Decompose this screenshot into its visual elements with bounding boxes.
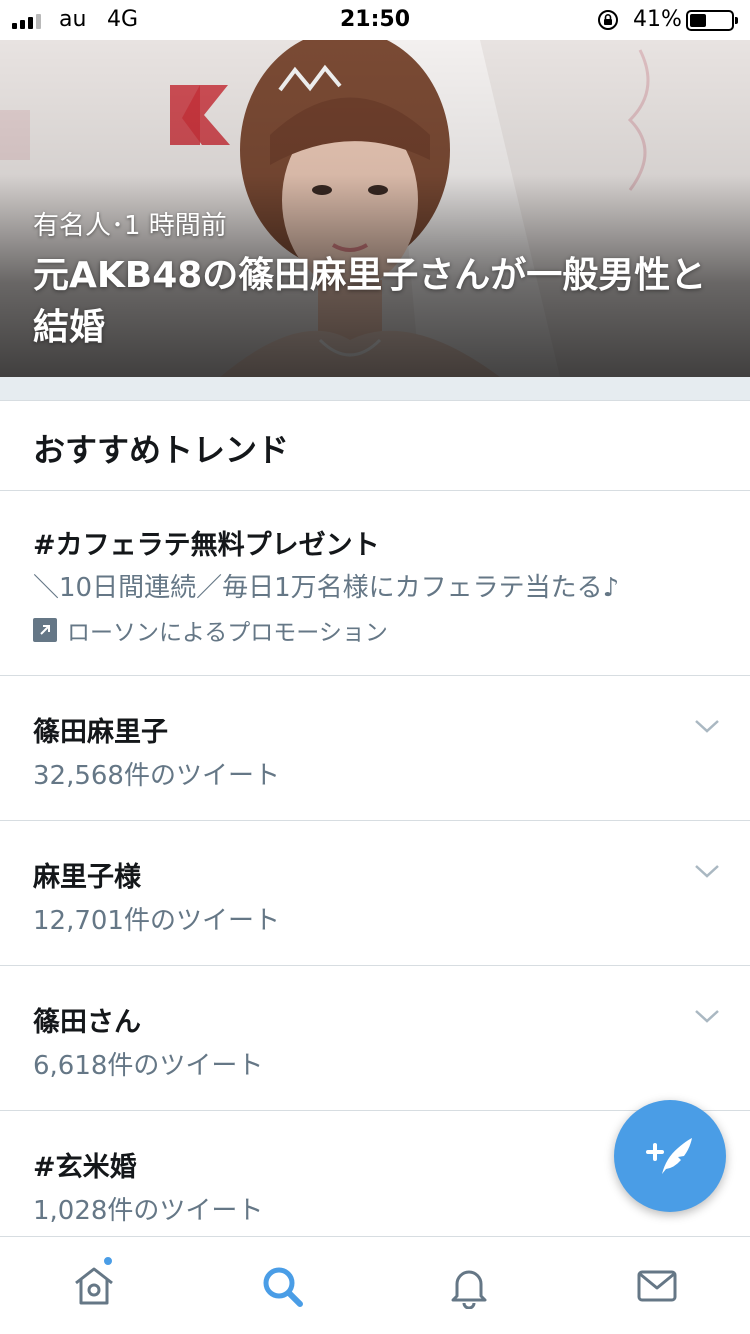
tweet-count: 1,028件のツイート xyxy=(33,1196,264,1226)
hero-headline: 元AKB48の篠田麻里子さんが一般男性と結婚 xyxy=(33,255,707,348)
envelope-icon xyxy=(637,1270,677,1302)
battery-icon xyxy=(686,10,738,31)
section-divider-band xyxy=(0,377,750,401)
home-icon xyxy=(75,1267,113,1305)
bottom-tab-bar xyxy=(0,1236,750,1334)
bell-icon xyxy=(451,1270,487,1309)
battery-percent: 41% xyxy=(633,7,682,32)
section-title: おすすめトレンド xyxy=(33,431,290,469)
chevron-down-icon[interactable] xyxy=(694,717,720,735)
tab-search[interactable] xyxy=(222,1237,342,1334)
trend-name: 篠田麻里子 xyxy=(33,717,168,748)
new-activity-badge xyxy=(102,1255,114,1267)
status-bar: au 4G 21:50 41% xyxy=(0,0,750,40)
trends-section-header: おすすめトレンド xyxy=(0,401,750,491)
tweet-count: 32,568件のツイート xyxy=(33,761,280,791)
promoted-by-label: ローソンによるプロモーション xyxy=(67,620,388,646)
promoted-arrow-icon xyxy=(33,618,57,642)
promoted-description: ＼10日間連続／毎日1万名様にカフェラテ当たる♪ xyxy=(33,573,620,603)
chevron-down-icon[interactable] xyxy=(694,1007,720,1025)
explore-screen: au 4G 21:50 41% 有名人･1 時間前 元AKB48の篠田麻里子さん… xyxy=(0,0,750,1334)
tweet-count: 12,701件のツイート xyxy=(33,906,280,936)
search-icon xyxy=(263,1267,303,1307)
tab-messages[interactable] xyxy=(597,1237,717,1334)
hero-category-time: 有名人･1 時間前 xyxy=(33,211,227,241)
compose-tweet-icon xyxy=(646,1138,692,1174)
trend-name: #玄米婚 xyxy=(33,1152,137,1183)
promoted-by-row: ローソンによるプロモーション xyxy=(33,613,388,647)
hero-news-card[interactable]: 有名人･1 時間前 元AKB48の篠田麻里子さんが一般男性と結婚 xyxy=(0,40,750,377)
chevron-down-icon[interactable] xyxy=(694,862,720,880)
orientation-lock-icon xyxy=(598,10,618,30)
trend-item[interactable]: 篠田麻里子 32,568件のツイート xyxy=(0,676,750,821)
trend-name: #カフェラテ無料プレゼント xyxy=(33,530,380,561)
tab-home[interactable] xyxy=(34,1237,154,1334)
trend-item[interactable]: 篠田さん 6,618件のツイート xyxy=(0,966,750,1111)
tweet-count: 6,618件のツイート xyxy=(33,1051,264,1081)
compose-tweet-button[interactable] xyxy=(614,1100,726,1212)
tab-notifications[interactable] xyxy=(409,1237,529,1334)
trend-name: 篠田さん xyxy=(33,1007,141,1038)
trend-item[interactable]: 麻里子様 12,701件のツイート xyxy=(0,821,750,966)
trend-name: 麻里子様 xyxy=(33,862,141,893)
promoted-trend-item[interactable]: #カフェラテ無料プレゼント ＼10日間連続／毎日1万名様にカフェラテ当たる♪ ロ… xyxy=(0,491,750,676)
